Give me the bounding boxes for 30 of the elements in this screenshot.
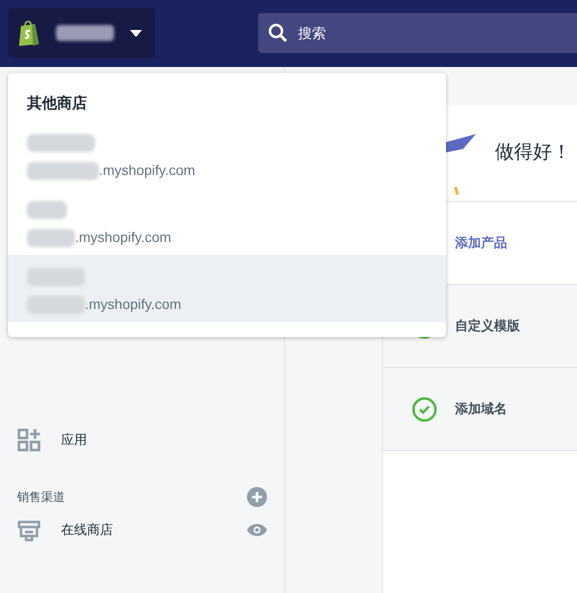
nav-item[interactable]: 在线商店 <box>61 520 113 540</box>
store-item[interactable]: .myshopify.com <box>8 255 446 322</box>
redacted-domain <box>27 228 75 246</box>
domain-text: .myshopify.com <box>75 228 172 247</box>
check-circle-icon <box>412 397 437 422</box>
task-label: 添加域名 <box>455 400 507 418</box>
task-label[interactable]: 添加产品 <box>455 233 507 253</box>
search-field[interactable]: 搜索 <box>296 22 577 44</box>
heading: 做得好！ <box>495 140 571 165</box>
search-bar[interactable]: 搜索 <box>258 13 577 53</box>
store-item[interactable]: .myshopify.com <box>8 121 446 188</box>
search-icon <box>268 23 288 43</box>
store-icon <box>17 518 41 542</box>
nav-item[interactable]: 应用 <box>61 430 87 450</box>
redacted-store-name <box>56 25 114 41</box>
caret-icon <box>130 30 142 36</box>
section-heading: 销售渠道 <box>17 489 65 506</box>
add-icon[interactable] <box>247 487 267 507</box>
task-label: 自定义模版 <box>455 317 520 336</box>
menu-title: 其他商店 <box>26 94 88 114</box>
eye-icon[interactable] <box>247 523 267 537</box>
redacted-store-name <box>27 201 67 219</box>
domain-text: .myshopify.com <box>99 161 196 180</box>
store-item[interactable]: .myshopify.com <box>8 188 446 255</box>
store-switcher[interactable] <box>8 8 155 58</box>
bag-logo-icon <box>18 19 40 47</box>
domain-text: .myshopify.com <box>85 295 182 314</box>
redacted-domain <box>27 162 99 180</box>
redacted-store-name <box>27 134 95 152</box>
apps-icon <box>17 428 41 452</box>
